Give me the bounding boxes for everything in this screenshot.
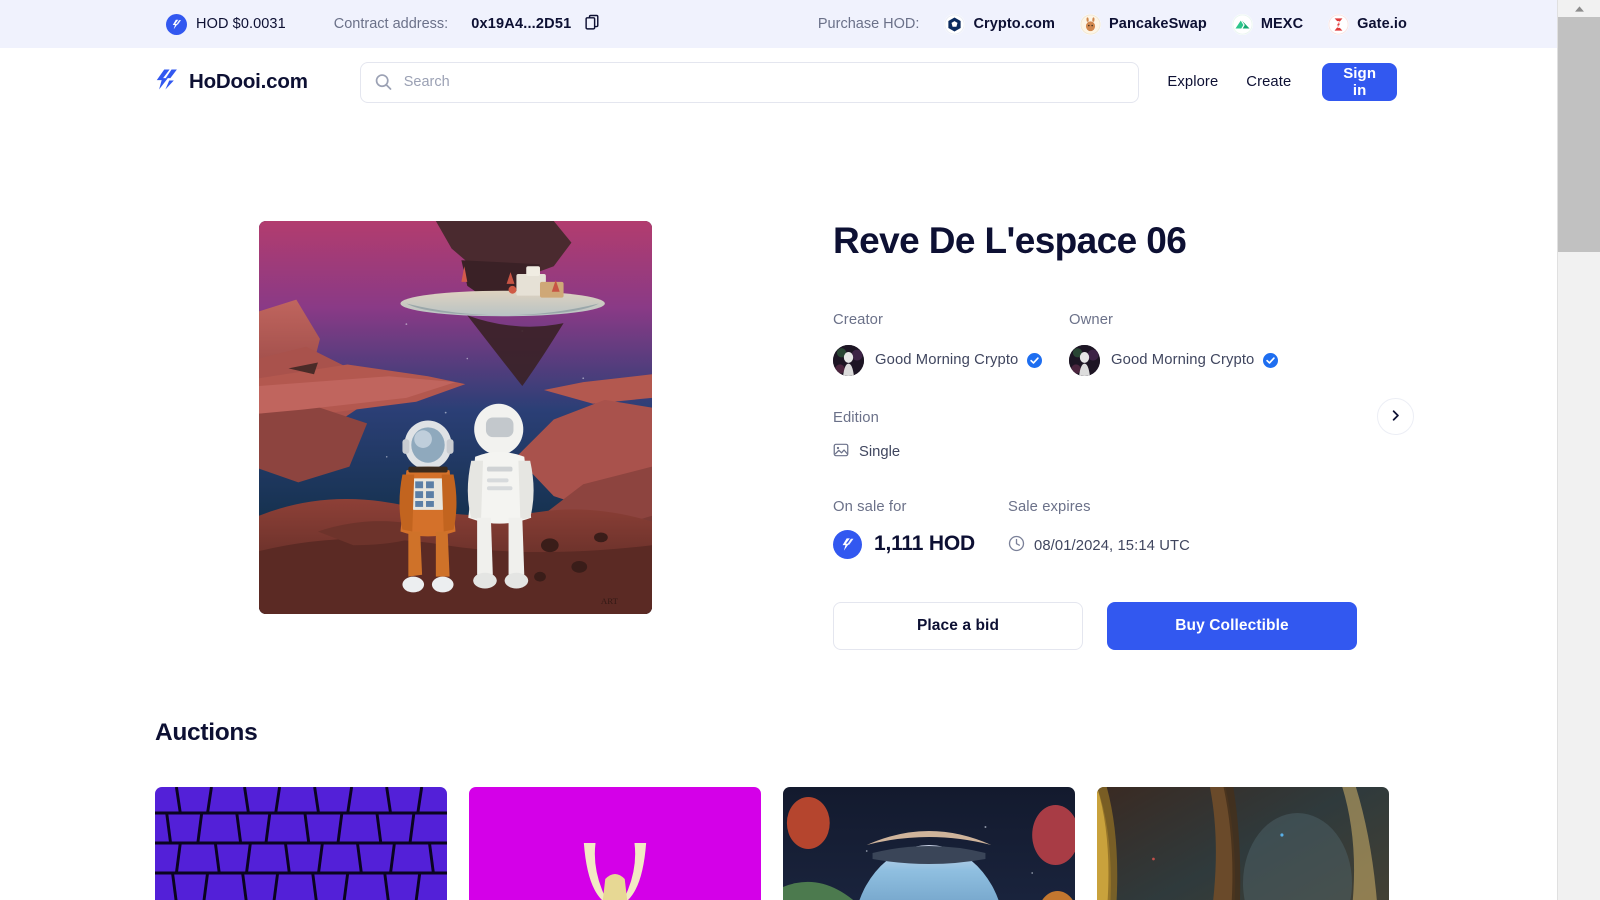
exchange-link-cryptocom[interactable]: Crypto.com [944, 13, 1056, 35]
nav-link-create[interactable]: Create [1246, 74, 1291, 90]
auction-card[interactable] [155, 787, 447, 900]
nft-title: Reve De L'espace 06 [833, 220, 1187, 261]
creator-block: Creator Good Morning Crypto [833, 312, 1069, 376]
hodooi-logo-icon [155, 68, 180, 96]
on-sale-for-label: On sale for [833, 498, 907, 515]
price-value: 1,111 HOD [874, 532, 975, 556]
purchase-links-group: Purchase HOD: Crypto.com PancakeSwap MEX… [817, 13, 1407, 35]
edition-value-row: Single [833, 442, 1393, 463]
exchange-name-gateio: Gate.io [1357, 16, 1407, 32]
sale-expires-label: Sale expires [1008, 498, 1091, 515]
chevron-right-icon [1389, 409, 1402, 425]
price-value-row: 1,111 HOD [833, 529, 1008, 559]
page-root: HOD $0.0031 Contract address: 0x19A4...2… [0, 0, 1600, 900]
edition-value: Single [859, 444, 901, 461]
place-a-bid-button[interactable]: Place a bid [833, 601, 1083, 650]
sale-info-row: On sale for 1,111 HOD Sale expires 08/01… [833, 499, 1393, 559]
auction-card[interactable] [783, 787, 1075, 900]
sale-expires-value: 08/01/2024, 15:14 UTC [1034, 537, 1190, 554]
cryptocom-icon [944, 13, 966, 35]
edition-label: Edition [833, 409, 879, 426]
purchase-hod-label: Purchase HOD: [817, 16, 920, 32]
hod-coin-icon [833, 529, 862, 559]
scrollbar-track[interactable] [1558, 252, 1600, 900]
mexc-icon [1231, 13, 1253, 35]
gateio-icon [1328, 13, 1350, 35]
nft-info-panel: Reve De L'espace 06 Creator Good Morning… [833, 220, 1393, 650]
svg-text:ART: ART [601, 596, 619, 606]
nft-artwork: ART [259, 221, 652, 614]
owner-name: Good Morning Crypto [1111, 352, 1255, 369]
promo-topbar: HOD $0.0031 Contract address: 0x19A4...2… [0, 0, 1557, 48]
nft-detail-section: ART Reve De L'espace 06 Creator Good Mor… [0, 220, 1557, 650]
page-scrollbar[interactable] [1557, 0, 1600, 900]
auction-card[interactable] [1097, 787, 1389, 900]
price-block: On sale for 1,111 HOD [833, 499, 1008, 559]
exchange-name-mexc: MEXC [1260, 16, 1304, 32]
auctions-heading: Auctions [155, 719, 258, 746]
verified-badge-icon [1263, 352, 1279, 368]
main-navbar: HoDooi.com Explore Create Sign in [0, 48, 1557, 116]
owner-label: Owner [1069, 311, 1114, 328]
carousel-next-button[interactable] [1377, 398, 1414, 435]
buy-collectible-button[interactable]: Buy Collectible [1107, 601, 1357, 650]
pancakeswap-icon [1080, 13, 1102, 35]
exchange-link-pancakeswap[interactable]: PancakeSwap [1080, 13, 1207, 35]
copy-icon [584, 14, 601, 34]
contract-address-value: 0x19A4...2D51 [471, 16, 572, 32]
owner-avatar [1069, 344, 1100, 376]
creator-owner-row: Creator Good Morning Crypto Owner Good M… [833, 312, 1393, 376]
owner-link[interactable]: Good Morning Crypto [1069, 344, 1305, 376]
nav-links-group: Explore Create Sign in [1139, 63, 1397, 101]
exchange-link-mexc[interactable]: MEXC [1231, 13, 1304, 35]
creator-link[interactable]: Good Morning Crypto [833, 344, 1069, 376]
search-icon [374, 73, 393, 92]
hod-price-text: HOD $0.0031 [196, 16, 286, 32]
brand-name-text: HoDooi.com [189, 70, 308, 93]
brand-logo-link[interactable]: HoDooi.com [155, 68, 308, 96]
image-icon [833, 442, 849, 463]
topbar-left-group: HOD $0.0031 Contract address: 0x19A4...2… [166, 13, 601, 35]
sign-in-button[interactable]: Sign in [1322, 63, 1397, 101]
exchange-name-pancakeswap: PancakeSwap [1109, 16, 1207, 32]
cta-row: Place a bid Buy Collectible [833, 601, 1393, 650]
hod-coin-icon [166, 13, 187, 35]
auctions-grid [155, 787, 1389, 900]
exchange-link-gateio[interactable]: Gate.io [1328, 13, 1407, 35]
scroll-up-arrow-icon[interactable] [1558, 0, 1600, 17]
creator-label: Creator [833, 311, 884, 328]
edition-block: Edition Single [833, 410, 1393, 463]
copy-address-button[interactable] [584, 14, 601, 34]
creator-avatar [833, 344, 864, 376]
expiry-block: Sale expires 08/01/2024, 15:14 UTC [1008, 499, 1190, 559]
owner-block: Owner Good Morning Crypto [1069, 312, 1305, 376]
creator-name: Good Morning Crypto [875, 352, 1019, 369]
exchange-name-cryptocom: Crypto.com [973, 16, 1056, 32]
verified-badge-icon [1027, 352, 1043, 368]
nav-link-explore[interactable]: Explore [1167, 74, 1218, 90]
auction-card[interactable] [469, 787, 761, 900]
scrollbar-thumb[interactable] [1558, 17, 1600, 252]
search-box[interactable] [359, 61, 1140, 103]
expiry-value-row: 08/01/2024, 15:14 UTC [1008, 535, 1190, 557]
clock-icon [1008, 535, 1025, 557]
search-input[interactable] [360, 62, 1139, 102]
contract-address-label: Contract address: [333, 16, 449, 32]
